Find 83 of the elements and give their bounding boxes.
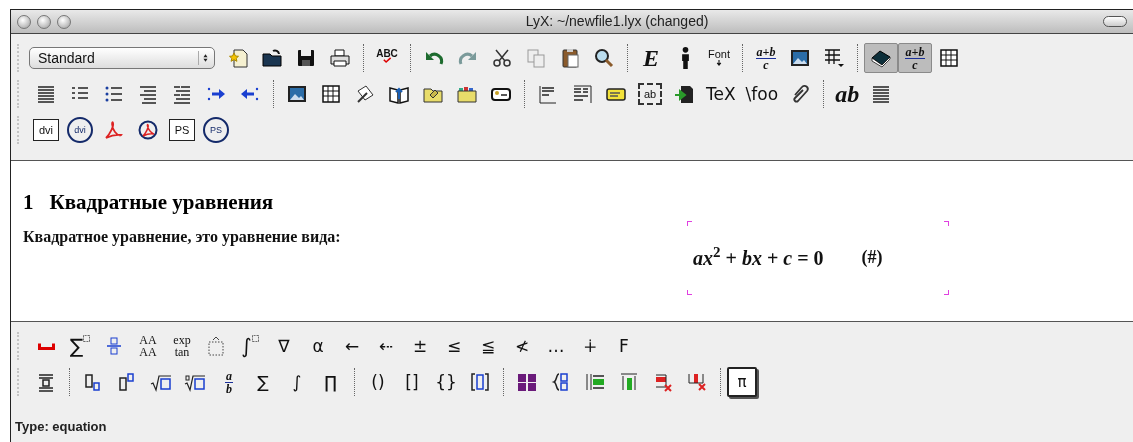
symbol-button[interactable]: ← xyxy=(335,331,369,361)
placeholder-box-icon xyxy=(83,335,91,342)
text-lines-icon xyxy=(537,83,559,105)
symbol-button[interactable]: ≦ xyxy=(471,331,505,361)
symbol-button[interactable]: ∔ xyxy=(573,331,607,361)
table-icon xyxy=(320,83,342,105)
symbol-button[interactable]: ≮ xyxy=(505,331,539,361)
table-icon xyxy=(823,47,845,69)
symbol-button[interactable]: ∑ xyxy=(246,367,280,397)
style-button[interactable]: ab xyxy=(830,79,865,109)
close-button[interactable] xyxy=(17,14,31,29)
pdf-icon xyxy=(103,119,125,141)
equation: ax$^{2}$ + bx + c = 0 xyxy=(693,243,824,271)
copy-icon xyxy=(525,47,547,69)
symbol-button[interactable]: ∏ xyxy=(314,367,348,397)
fraction-button[interactable]: a b xyxy=(212,367,246,397)
zoom-button[interactable] xyxy=(57,14,71,29)
symbol-button[interactable]: α xyxy=(301,331,335,361)
save-icon xyxy=(295,47,317,69)
symbol-button[interactable]: ∫ xyxy=(233,331,267,361)
text-lines-icon xyxy=(571,83,593,105)
printer-icon xyxy=(329,47,351,69)
symbol-button[interactable]: AA AA xyxy=(131,331,165,361)
symbol-button[interactable]: {} xyxy=(429,367,463,397)
table-icon xyxy=(938,47,960,69)
bracket-icon xyxy=(469,371,491,393)
folder-icon xyxy=(261,47,283,69)
toolbar-button[interactable] xyxy=(864,43,898,73)
fraction-button[interactable]: a+b c xyxy=(898,43,932,73)
export-button[interactable]: PS xyxy=(203,117,229,143)
symbol-button[interactable]: F xyxy=(607,331,641,361)
cut-icon xyxy=(491,47,513,69)
delete-column-icon xyxy=(686,371,708,393)
paste-icon xyxy=(559,47,581,69)
pdf-refresh-icon xyxy=(137,119,159,141)
symbol-button[interactable]: ∇ xyxy=(267,331,301,361)
placeholder-box-icon xyxy=(251,335,259,342)
add-row-icon xyxy=(584,371,606,393)
export-button[interactable]: π xyxy=(727,367,757,397)
layout-select[interactable]: Standard xyxy=(29,47,215,69)
text-lines-icon xyxy=(137,83,159,105)
fraction-button[interactable]: a+b c xyxy=(749,43,783,73)
status-text: Type: equation xyxy=(15,418,107,437)
new-document-icon xyxy=(227,47,249,69)
text-lines-icon xyxy=(171,83,193,105)
space-icon xyxy=(37,342,55,350)
image-icon xyxy=(286,83,308,105)
paragraph: Квадратное уравнение, это уравнение вида: xyxy=(23,226,342,248)
style-button[interactable]: E xyxy=(634,43,668,73)
align-justify-icon xyxy=(35,83,57,105)
symbol-button[interactable]: ≤ xyxy=(437,331,471,361)
matrix-icon xyxy=(516,371,538,393)
image-icon xyxy=(789,47,811,69)
symbol-button[interactable]: [] xyxy=(395,367,429,397)
symbol-button[interactable]: ± xyxy=(403,331,437,361)
section-heading: Квадратные уравнения xyxy=(49,189,274,216)
window-title: LyX: ~/newfile1.lyx (changed) xyxy=(525,13,709,29)
spellcheck-button[interactable]: ABC xyxy=(370,43,404,73)
symbol-button[interactable]: TeX xyxy=(701,79,741,109)
person-icon xyxy=(681,47,689,69)
section-number: 1 xyxy=(23,189,34,216)
export-button[interactable]: dvi xyxy=(67,117,93,143)
updown-arrows-icon xyxy=(198,51,210,65)
symbol-button[interactable]: () xyxy=(361,367,395,397)
toolbar-toggle-button[interactable] xyxy=(1103,16,1127,27)
symbol-button[interactable]: exp tan xyxy=(165,331,199,361)
search-icon xyxy=(593,47,615,69)
symbol-button[interactable]: … xyxy=(539,331,573,361)
export-button[interactable]: dvi xyxy=(33,119,59,141)
symbol-button[interactable]: ∫ xyxy=(280,367,314,397)
accent-icon xyxy=(205,335,227,357)
symbol-button[interactable]: ∑ xyxy=(63,331,97,361)
font-button[interactable]: Font xyxy=(702,43,736,73)
minimize-button[interactable] xyxy=(37,14,51,29)
arrow-down-icon xyxy=(715,59,723,68)
text-box-button[interactable]: ab xyxy=(638,83,662,105)
symbol-button[interactable]: ⇠ xyxy=(369,331,403,361)
equation-box[interactable]: ax$^{2}$ + bx + c = 0 (#) xyxy=(687,220,949,295)
symbol-button[interactable]: \foo xyxy=(740,79,784,109)
export-button[interactable]: PS xyxy=(169,119,195,141)
equation-label: (#) xyxy=(861,246,883,269)
add-column-icon xyxy=(618,371,640,393)
document-arrow-icon xyxy=(673,83,695,105)
